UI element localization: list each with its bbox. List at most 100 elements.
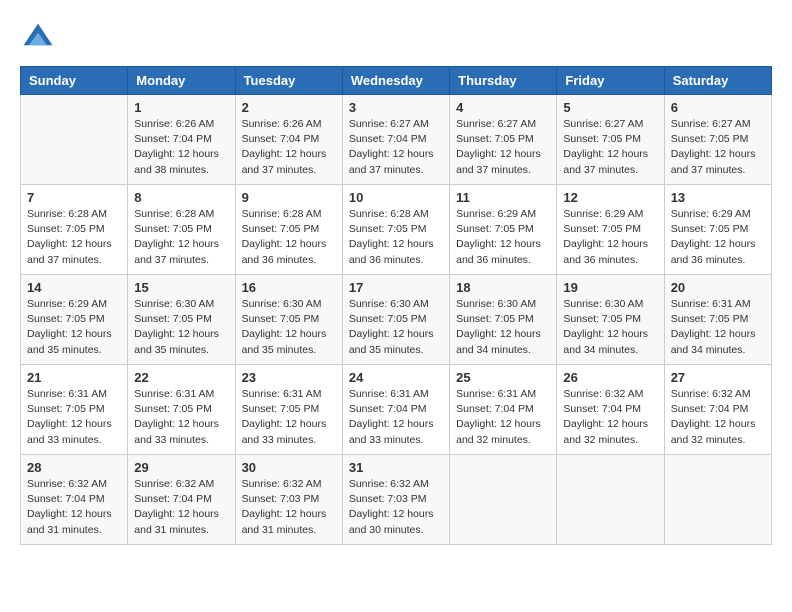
day-info: Sunrise: 6:31 AM Sunset: 7:05 PM Dayligh… [134, 387, 228, 448]
day-info: Sunrise: 6:27 AM Sunset: 7:05 PM Dayligh… [671, 117, 765, 178]
day-cell: 2 Sunrise: 6:26 AM Sunset: 7:04 PM Daylig… [235, 95, 342, 185]
day-number: 25 [456, 370, 550, 385]
day-number: 5 [563, 100, 657, 115]
logo [20, 20, 62, 56]
day-number: 4 [456, 100, 550, 115]
day-info: Sunrise: 6:29 AM Sunset: 7:05 PM Dayligh… [456, 207, 550, 268]
day-number: 15 [134, 280, 228, 295]
day-cell: 19 Sunrise: 6:30 AM Sunset: 7:05 PM Dayli… [557, 275, 664, 365]
day-cell: 22Sunrise: 6:31 AM Sunset: 7:05 PM Dayli… [128, 365, 235, 455]
day-cell: 25 Sunrise: 6:31 AM Sunset: 7:04 PM Dayli… [450, 365, 557, 455]
day-number: 19 [563, 280, 657, 295]
day-cell: 6 Sunrise: 6:27 AM Sunset: 7:05 PM Daylig… [664, 95, 771, 185]
day-number: 10 [349, 190, 443, 205]
day-cell: 18 Sunrise: 6:30 AM Sunset: 7:05 PM Dayli… [450, 275, 557, 365]
week-row-5: 28 Sunrise: 6:32 AM Sunset: 7:04 PM Dayli… [21, 455, 772, 545]
day-number: 3 [349, 100, 443, 115]
day-info: Sunrise: 6:32 AM Sunset: 7:03 PM Dayligh… [242, 477, 336, 538]
day-info: Sunrise: 6:27 AM Sunset: 7:05 PM Dayligh… [563, 117, 657, 178]
day-info: Sunrise: 6:32 AM Sunset: 7:04 PM Dayligh… [27, 477, 121, 538]
day-number: 24 [349, 370, 443, 385]
day-cell: 31 Sunrise: 6:32 AM Sunset: 7:03 PM Dayli… [342, 455, 449, 545]
day-info: Sunrise: 6:30 AM Sunset: 7:05 PM Dayligh… [456, 297, 550, 358]
day-info: Sunrise: 6:26 AM Sunset: 7:04 PM Dayligh… [134, 117, 228, 178]
day-info: Sunrise: 6:30 AM Sunset: 7:05 PM Dayligh… [134, 297, 228, 358]
day-info: Sunrise: 6:32 AM Sunset: 7:03 PM Dayligh… [349, 477, 443, 538]
day-number: 8 [134, 190, 228, 205]
day-cell: 13Sunrise: 6:29 AM Sunset: 7:05 PM Dayli… [664, 185, 771, 275]
day-number: 31 [349, 460, 443, 475]
day-number: 23 [242, 370, 336, 385]
day-cell: 11Sunrise: 6:29 AM Sunset: 7:05 PM Dayli… [450, 185, 557, 275]
day-cell: 4 Sunrise: 6:27 AM Sunset: 7:05 PM Daylig… [450, 95, 557, 185]
day-cell: 27 Sunrise: 6:32 AM Sunset: 7:04 PM Dayli… [664, 365, 771, 455]
day-info: Sunrise: 6:30 AM Sunset: 7:05 PM Dayligh… [349, 297, 443, 358]
day-number: 16 [242, 280, 336, 295]
day-info: Sunrise: 6:29 AM Sunset: 7:05 PM Dayligh… [563, 207, 657, 268]
day-cell: 20 Sunrise: 6:31 AM Sunset: 7:05 PM Dayli… [664, 275, 771, 365]
day-info: Sunrise: 6:31 AM Sunset: 7:05 PM Dayligh… [671, 297, 765, 358]
day-info: Sunrise: 6:32 AM Sunset: 7:04 PM Dayligh… [563, 387, 657, 448]
day-info: Sunrise: 6:27 AM Sunset: 7:05 PM Dayligh… [456, 117, 550, 178]
day-info: Sunrise: 6:27 AM Sunset: 7:04 PM Dayligh… [349, 117, 443, 178]
day-cell: 17Sunrise: 6:30 AM Sunset: 7:05 PM Dayli… [342, 275, 449, 365]
header-cell-monday: Monday [128, 67, 235, 95]
day-number: 18 [456, 280, 550, 295]
day-info: Sunrise: 6:31 AM Sunset: 7:05 PM Dayligh… [242, 387, 336, 448]
day-cell: 30 Sunrise: 6:32 AM Sunset: 7:03 PM Dayli… [235, 455, 342, 545]
day-number: 1 [134, 100, 228, 115]
day-info: Sunrise: 6:28 AM Sunset: 7:05 PM Dayligh… [242, 207, 336, 268]
day-number: 27 [671, 370, 765, 385]
day-info: Sunrise: 6:28 AM Sunset: 7:05 PM Dayligh… [349, 207, 443, 268]
day-number: 7 [27, 190, 121, 205]
day-info: Sunrise: 6:29 AM Sunset: 7:05 PM Dayligh… [671, 207, 765, 268]
week-row-3: 14Sunrise: 6:29 AM Sunset: 7:05 PM Dayli… [21, 275, 772, 365]
header-cell-wednesday: Wednesday [342, 67, 449, 95]
day-info: Sunrise: 6:26 AM Sunset: 7:04 PM Dayligh… [242, 117, 336, 178]
day-info: Sunrise: 6:30 AM Sunset: 7:05 PM Dayligh… [242, 297, 336, 358]
day-cell: 21 Sunrise: 6:31 AM Sunset: 7:05 PM Dayli… [21, 365, 128, 455]
day-cell [450, 455, 557, 545]
week-row-2: 7 Sunrise: 6:28 AM Sunset: 7:05 PM Daylig… [21, 185, 772, 275]
day-cell: 24 Sunrise: 6:31 AM Sunset: 7:04 PM Dayli… [342, 365, 449, 455]
day-cell: 14Sunrise: 6:29 AM Sunset: 7:05 PM Dayli… [21, 275, 128, 365]
week-row-1: 1 Sunrise: 6:26 AM Sunset: 7:04 PM Daylig… [21, 95, 772, 185]
calendar-header-row: SundayMondayTuesdayWednesdayThursdayFrid… [21, 67, 772, 95]
day-number: 28 [27, 460, 121, 475]
day-cell: 12 Sunrise: 6:29 AM Sunset: 7:05 PM Dayli… [557, 185, 664, 275]
day-number: 29 [134, 460, 228, 475]
day-number: 21 [27, 370, 121, 385]
day-number: 9 [242, 190, 336, 205]
day-cell: 26 Sunrise: 6:32 AM Sunset: 7:04 PM Dayli… [557, 365, 664, 455]
calendar-table: SundayMondayTuesdayWednesdayThursdayFrid… [20, 66, 772, 545]
day-info: Sunrise: 6:31 AM Sunset: 7:04 PM Dayligh… [349, 387, 443, 448]
day-number: 12 [563, 190, 657, 205]
header-cell-saturday: Saturday [664, 67, 771, 95]
header-cell-friday: Friday [557, 67, 664, 95]
day-cell: 7 Sunrise: 6:28 AM Sunset: 7:05 PM Daylig… [21, 185, 128, 275]
logo-icon [20, 20, 56, 56]
day-info: Sunrise: 6:31 AM Sunset: 7:04 PM Dayligh… [456, 387, 550, 448]
day-number: 26 [563, 370, 657, 385]
day-info: Sunrise: 6:32 AM Sunset: 7:04 PM Dayligh… [671, 387, 765, 448]
day-number: 2 [242, 100, 336, 115]
day-number: 14 [27, 280, 121, 295]
day-info: Sunrise: 6:28 AM Sunset: 7:05 PM Dayligh… [27, 207, 121, 268]
day-cell [557, 455, 664, 545]
day-cell: 1 Sunrise: 6:26 AM Sunset: 7:04 PM Daylig… [128, 95, 235, 185]
day-cell: 10 Sunrise: 6:28 AM Sunset: 7:05 PM Dayli… [342, 185, 449, 275]
day-number: 6 [671, 100, 765, 115]
header-cell-thursday: Thursday [450, 67, 557, 95]
day-number: 20 [671, 280, 765, 295]
day-number: 30 [242, 460, 336, 475]
day-cell [664, 455, 771, 545]
day-info: Sunrise: 6:31 AM Sunset: 7:05 PM Dayligh… [27, 387, 121, 448]
day-cell: 8Sunrise: 6:28 AM Sunset: 7:05 PM Daylig… [128, 185, 235, 275]
day-info: Sunrise: 6:30 AM Sunset: 7:05 PM Dayligh… [563, 297, 657, 358]
day-cell: 3 Sunrise: 6:27 AM Sunset: 7:04 PM Daylig… [342, 95, 449, 185]
page-header [20, 20, 772, 56]
day-cell: 28 Sunrise: 6:32 AM Sunset: 7:04 PM Dayli… [21, 455, 128, 545]
day-cell: 29Sunrise: 6:32 AM Sunset: 7:04 PM Dayli… [128, 455, 235, 545]
week-row-4: 21 Sunrise: 6:31 AM Sunset: 7:05 PM Dayli… [21, 365, 772, 455]
day-cell: 15 Sunrise: 6:30 AM Sunset: 7:05 PM Dayli… [128, 275, 235, 365]
